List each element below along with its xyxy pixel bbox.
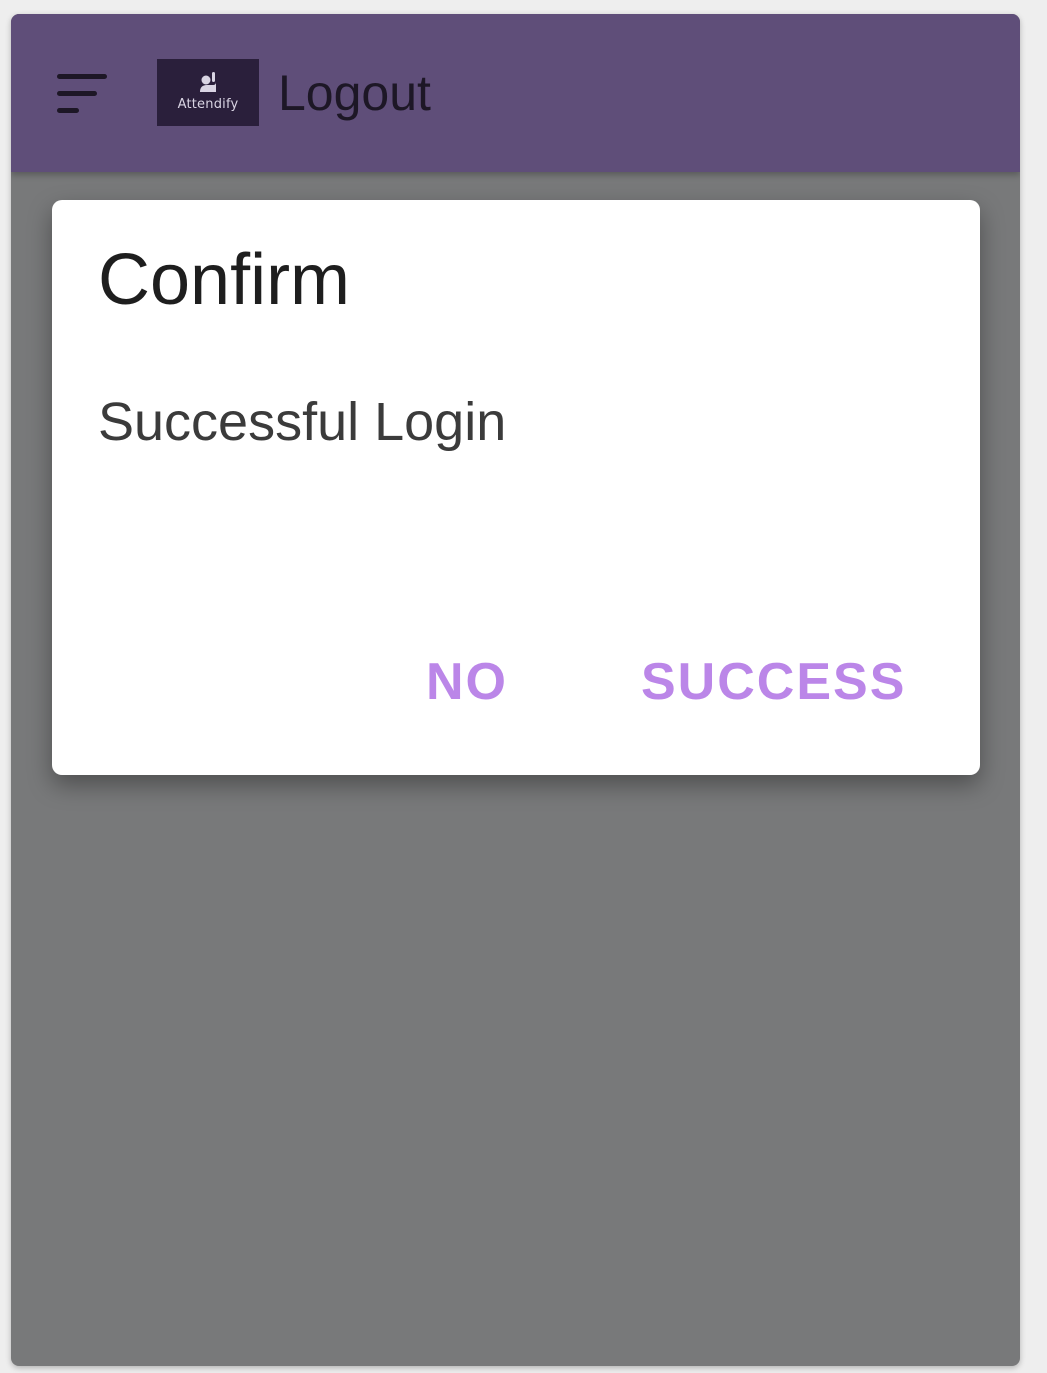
no-button[interactable]: NO [426,650,508,714]
confirm-dialog: Confirm Successful Login NO SUCCESS [52,200,980,775]
app-bar: Attendify Logout [11,14,1020,172]
menu-icon[interactable] [55,72,111,116]
logo-text: Attendify [177,97,239,112]
logout-title[interactable]: Logout [278,64,431,122]
app-logo: Attendify [157,59,259,126]
app-screen: Attendify Logout Confirm Successful Logi… [11,14,1020,1366]
dialog-title: Confirm [98,240,351,320]
raised-hand-icon [200,72,216,92]
dialog-message: Successful Login [98,392,507,452]
success-button[interactable]: SUCCESS [641,650,906,714]
